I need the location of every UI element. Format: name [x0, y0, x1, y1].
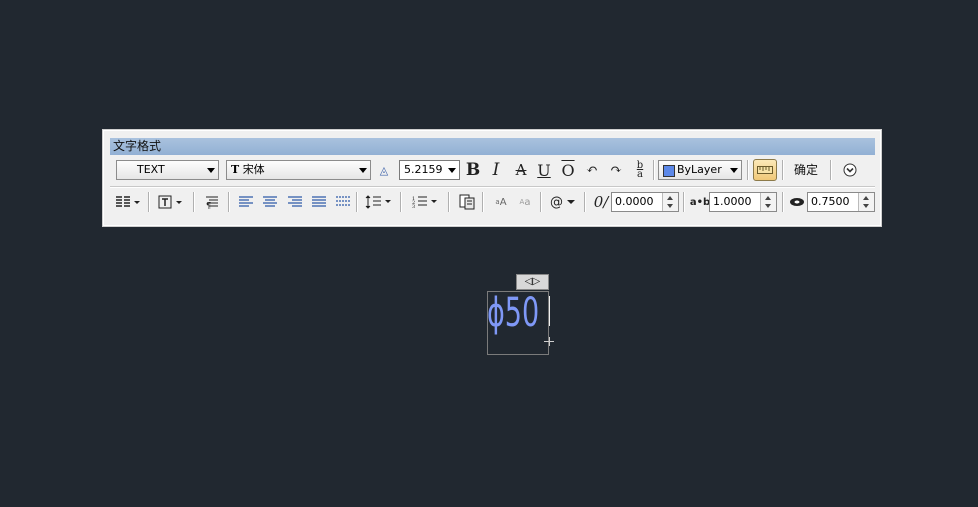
separator	[448, 192, 450, 212]
justify-icon[interactable]	[308, 191, 330, 213]
italic-button[interactable]: I	[485, 159, 507, 181]
justification-icon	[158, 195, 182, 209]
separator	[747, 160, 749, 180]
redo-icon[interactable]: ↷	[605, 159, 627, 181]
options-button[interactable]	[839, 159, 861, 181]
insert-field-icon[interactable]	[456, 191, 478, 213]
toolbar-row-2: ¶ 123 aA Aa @ 0/ 0.0000 a•b 1.0000 0.750…	[110, 190, 875, 214]
spin-up-icon[interactable]	[863, 196, 869, 200]
separator	[782, 192, 784, 212]
font-name: 宋体	[242, 163, 265, 176]
ruler-toggle-button[interactable]	[753, 159, 777, 181]
spin-up-icon[interactable]	[667, 196, 673, 200]
spin-down-icon[interactable]	[863, 204, 869, 208]
spin-down-icon[interactable]	[667, 204, 673, 208]
separator	[683, 192, 685, 212]
svg-text:¶: ¶	[206, 201, 211, 209]
align-right-icon[interactable]	[284, 191, 306, 213]
spinner-arrows[interactable]	[760, 193, 776, 211]
spin-down-icon[interactable]	[765, 204, 771, 208]
oblique-angle-field[interactable]: 0.0000	[611, 192, 679, 212]
oblique-angle-icon: 0/	[593, 193, 609, 211]
overline-button[interactable]: O	[557, 159, 579, 181]
separator	[228, 192, 230, 212]
chevron-down-icon	[730, 168, 738, 173]
chevron-down-icon	[448, 168, 456, 173]
separator	[482, 192, 484, 212]
at-symbol-icon: @	[550, 194, 563, 210]
columns-button[interactable]	[114, 191, 142, 213]
separator	[584, 192, 586, 212]
toolbar-title[interactable]: 文字格式	[110, 138, 875, 155]
spin-up-icon[interactable]	[765, 196, 771, 200]
numbering-button[interactable]: 123	[410, 191, 440, 213]
mtext-width-grip[interactable]: ◁▷	[516, 274, 549, 290]
truetype-icon: T	[231, 163, 240, 176]
separator	[782, 160, 784, 180]
width-factor-field[interactable]: 0.7500	[807, 192, 875, 212]
oblique-angle-value: 0.0000	[615, 195, 654, 208]
line-spacing-button[interactable]	[364, 191, 394, 213]
font-value: T 宋体	[231, 161, 265, 179]
text-height-dropdown[interactable]: 5.2159	[399, 160, 460, 180]
text-height-value: 5.2159	[404, 163, 443, 176]
width-factor-icon	[786, 191, 808, 213]
font-dropdown[interactable]: T 宋体	[226, 160, 371, 180]
text-formatting-toolbar: 文字格式 TEXT T 宋体 ◬ 5.2159 B I A U O ↶ ↷ b …	[102, 129, 882, 227]
tracking-field[interactable]: 1.0000	[709, 192, 777, 212]
separator	[830, 160, 832, 180]
chevron-down-icon	[359, 168, 367, 173]
tracking-value: 1.0000	[713, 195, 752, 208]
spinner-arrows[interactable]	[858, 193, 874, 211]
chevron-down-icon	[207, 168, 215, 173]
resize-handle-v[interactable]	[549, 337, 550, 346]
separator	[653, 160, 655, 180]
options-chevron-icon	[843, 163, 857, 177]
ruler-icon	[757, 166, 773, 174]
undo-icon[interactable]: ↶	[581, 159, 603, 181]
mtext-content[interactable]: ϕ50	[487, 289, 540, 339]
separator	[148, 192, 150, 212]
svg-text:3: 3	[412, 204, 415, 209]
text-style-value: TEXT	[137, 163, 165, 176]
stack-bottom: a	[637, 169, 643, 180]
annotative-icon[interactable]: ◬	[373, 159, 395, 181]
color-swatch	[663, 165, 675, 177]
text-cursor	[549, 296, 550, 326]
toolbar-row-1: TEXT T 宋体 ◬ 5.2159 B I A U O ↶ ↷ b a ByL…	[110, 158, 875, 182]
separator	[356, 192, 358, 212]
separator	[540, 192, 542, 212]
mtext-justification-button[interactable]	[156, 191, 186, 213]
distribute-icon[interactable]	[332, 191, 354, 213]
paragraph-icon[interactable]: ¶	[202, 191, 224, 213]
uppercase-icon[interactable]: aA	[490, 191, 512, 213]
underline-button[interactable]: U	[533, 159, 555, 181]
columns-icon	[116, 196, 140, 207]
width-factor-value: 0.7500	[811, 195, 850, 208]
insert-symbol-button[interactable]: @	[548, 191, 578, 213]
spinner-arrows[interactable]	[662, 193, 678, 211]
align-center-icon[interactable]	[259, 191, 281, 213]
strikethrough-button[interactable]: A	[510, 159, 532, 181]
align-left-icon[interactable]	[235, 191, 257, 213]
bold-button[interactable]: B	[462, 159, 484, 181]
color-dropdown[interactable]: ByLayer	[658, 160, 742, 180]
text-style-dropdown[interactable]: TEXT	[116, 160, 219, 180]
lowercase-icon[interactable]: Aa	[514, 191, 536, 213]
ok-button[interactable]: 确定	[794, 161, 818, 178]
separator	[193, 192, 195, 212]
separator	[400, 192, 402, 212]
row-divider	[110, 186, 875, 188]
color-value: ByLayer	[677, 163, 722, 176]
stack-button[interactable]: b a	[629, 159, 651, 181]
